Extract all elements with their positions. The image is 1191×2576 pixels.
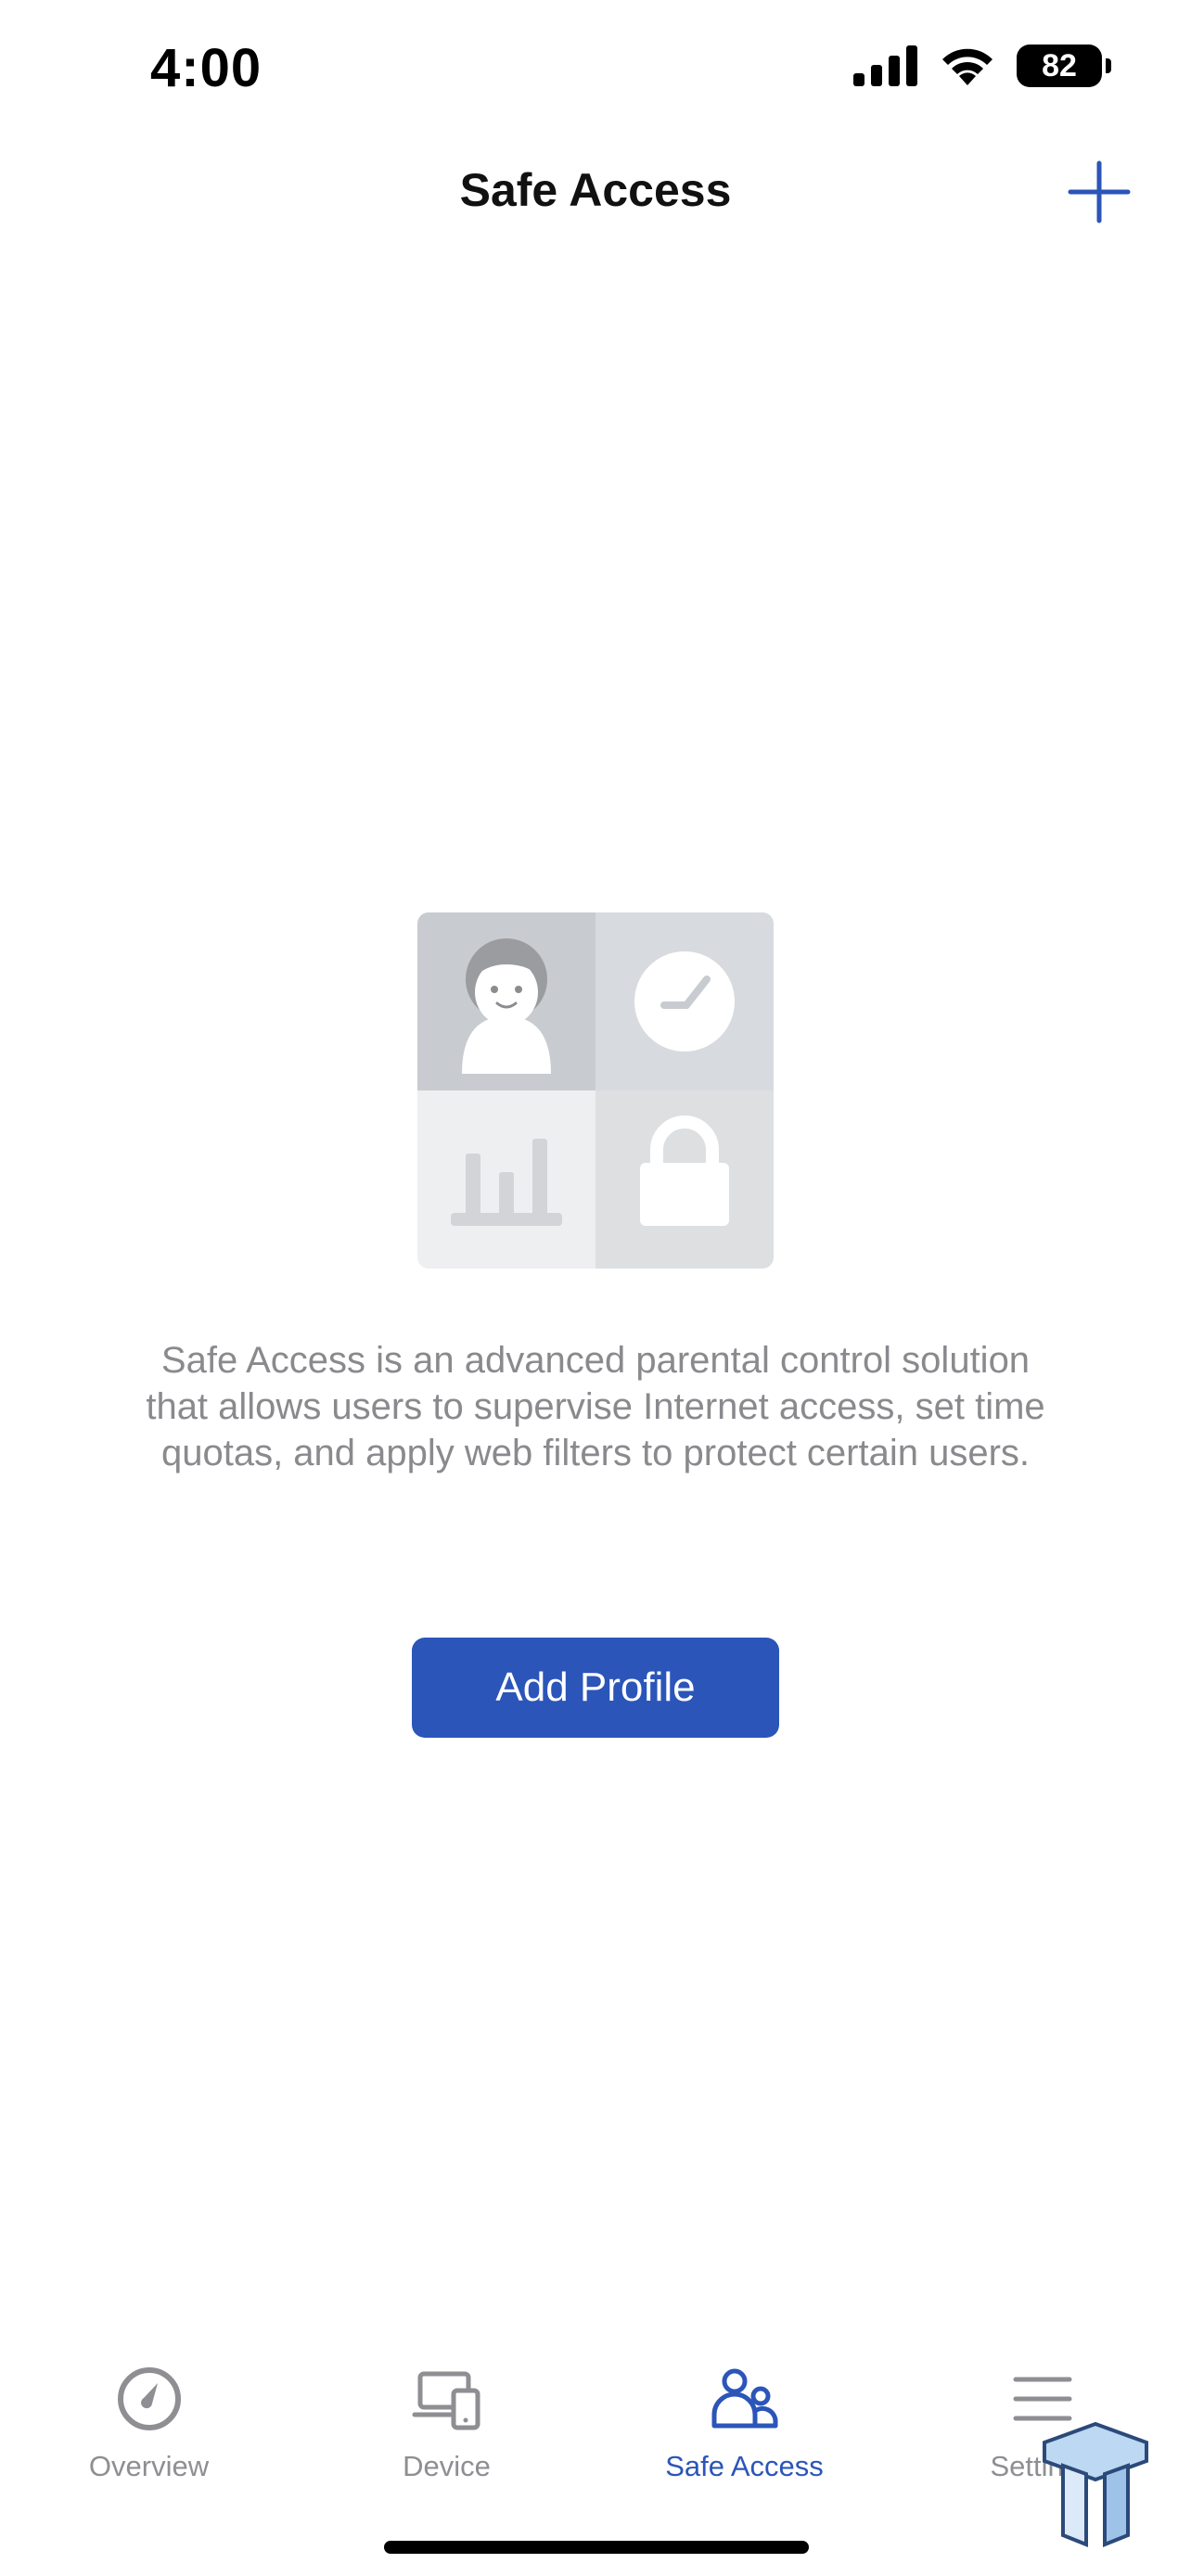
clock-icon	[634, 951, 735, 1052]
tab-label-overview: Overview	[88, 2450, 210, 2482]
plus-icon[interactable]	[1067, 159, 1132, 224]
parental-control-illustration	[417, 912, 774, 1269]
add-profile-button[interactable]: Add Profile	[412, 1638, 779, 1738]
battery-icon: 82	[1017, 45, 1111, 87]
cellular-signal-icon	[853, 45, 917, 86]
description-text: Safe Access is an advanced parental cont…	[146, 1340, 1045, 1473]
home-indicator[interactable]	[384, 2541, 809, 2554]
tab-bar: Overview Device Safe Access Settings	[0, 2346, 1191, 2504]
devices-icon	[412, 2371, 480, 2430]
battery-level: 82	[1042, 47, 1077, 83]
status-time: 4:00	[150, 38, 263, 98]
tab-overview[interactable]: Overview	[0, 2346, 298, 2504]
tab-safe-access[interactable]: Safe Access	[596, 2346, 893, 2504]
tab-label-device: Device	[403, 2450, 491, 2482]
watermark-logo-icon	[1043, 2421, 1148, 2547]
users-icon	[711, 2368, 777, 2429]
tab-device[interactable]: Device	[298, 2346, 596, 2504]
tab-label-safe-access: Safe Access	[665, 2450, 824, 2482]
screen: 4:00 82 Safe Access Safe Access is an ad…	[0, 0, 1191, 2576]
wifi-icon	[942, 48, 992, 85]
battery-tip	[1106, 58, 1111, 73]
speedometer-icon	[117, 2367, 181, 2430]
status-icons: 82	[853, 45, 1111, 87]
page-title: Safe Access	[459, 164, 732, 216]
